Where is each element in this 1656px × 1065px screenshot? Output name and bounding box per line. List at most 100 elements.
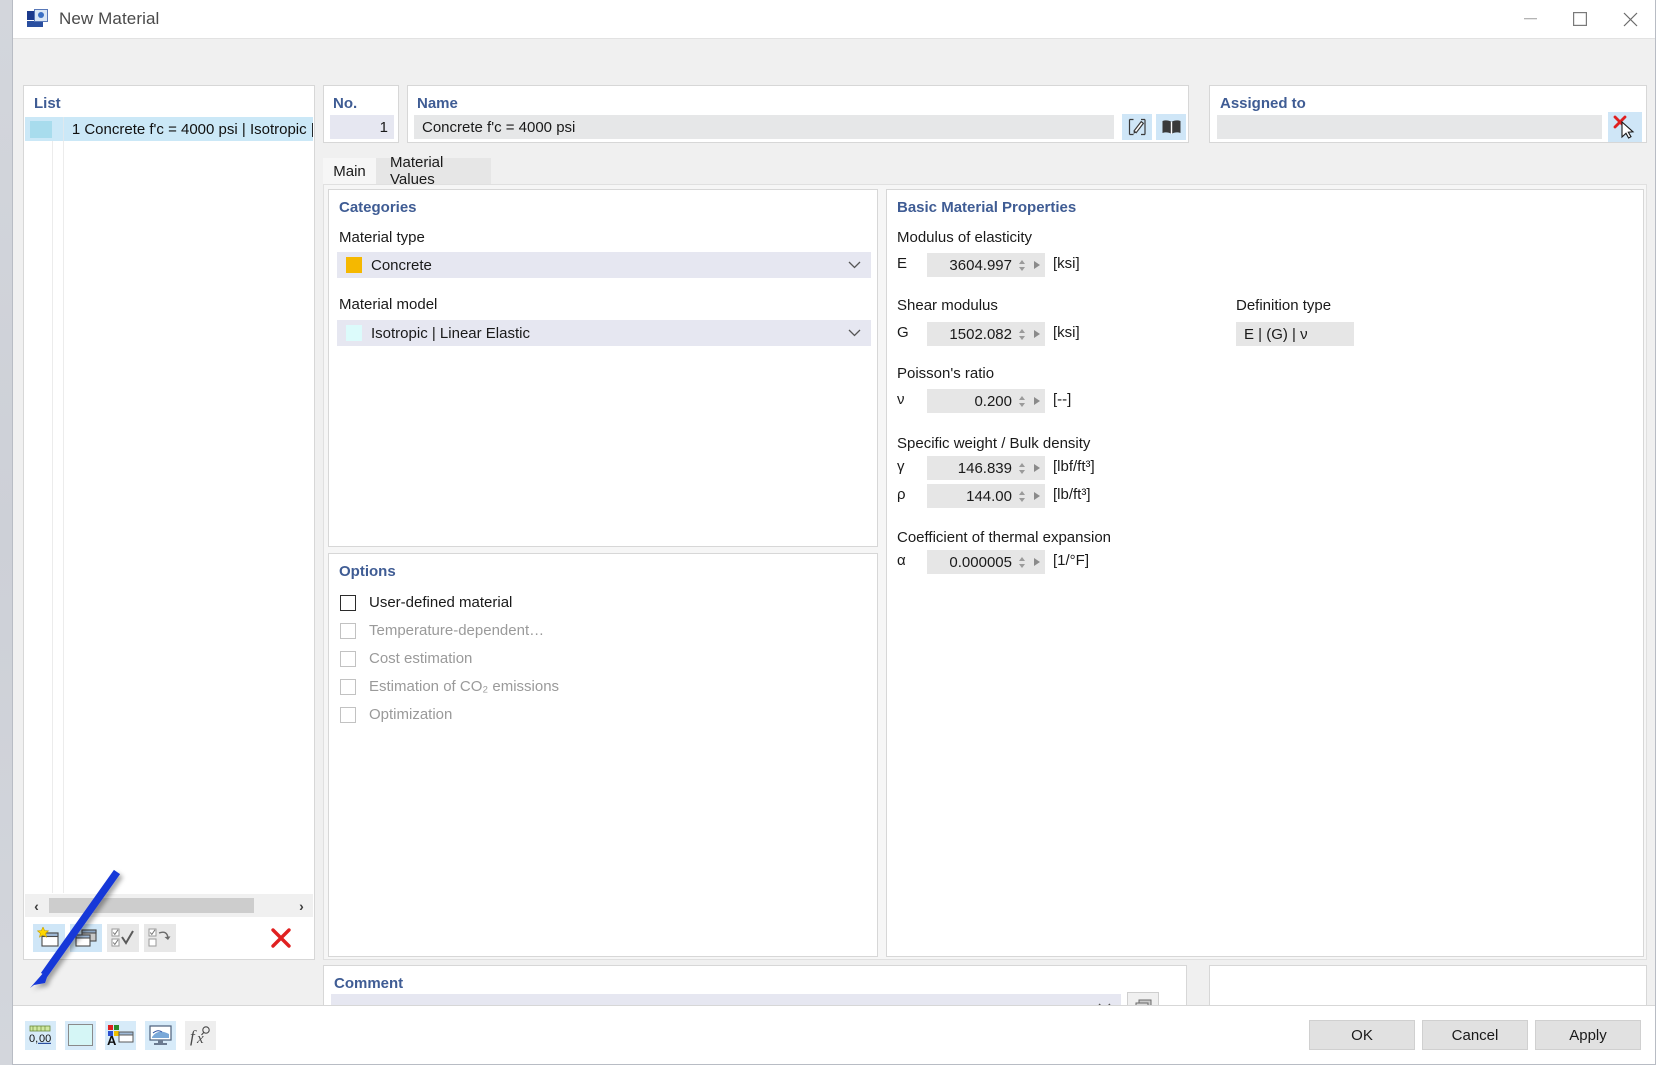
number-panel: No. [323, 85, 399, 143]
assigned-to-title: Assigned to [1220, 95, 1306, 112]
formula-button[interactable]: f x [185, 1020, 216, 1050]
poisson-stepper[interactable] [1016, 395, 1027, 407]
list-toolbar [25, 918, 313, 958]
options-group: Options User-defined material Temperatur… [328, 553, 878, 957]
alpha-input[interactable]: 0.000005 [927, 550, 1045, 574]
display-properties-button[interactable]: A [105, 1020, 136, 1050]
alpha-symbol: α [897, 552, 906, 569]
rendering-button[interactable] [145, 1020, 176, 1050]
pick-objects-button[interactable] [1608, 112, 1642, 142]
thermal-group-label: Coefficient of thermal expansion [897, 529, 1112, 546]
option-co2-emissions: Estimation of CO₂ emissions [340, 678, 559, 695]
checkbox-temperature-dependent [340, 622, 356, 639]
checkbox-user-defined-material[interactable] [340, 594, 356, 611]
modulus-value: 3604.997 [949, 256, 1012, 274]
list-column-divider-2 [63, 141, 64, 893]
gamma-expand-icon[interactable] [1029, 464, 1045, 472]
tab-strip: Main Material Values [323, 154, 1647, 188]
chevron-down-icon[interactable] [848, 258, 861, 272]
rho-input[interactable]: 144.00 [927, 484, 1045, 508]
option-cost-estimation: Cost estimation [340, 650, 472, 667]
window-controls [1505, 0, 1655, 39]
tab-content-main: Categories Material type Concrete Materi… [323, 184, 1647, 960]
edit-name-button[interactable] [1122, 114, 1152, 140]
alpha-stepper[interactable] [1016, 556, 1027, 568]
rho-value: 144.00 [966, 487, 1012, 505]
option-user-defined-material[interactable]: User-defined material [340, 594, 512, 611]
material-library-button[interactable] [1156, 114, 1186, 140]
poisson-symbol: ν [897, 391, 905, 408]
scrollbar-thumb[interactable] [49, 898, 254, 913]
material-type-combo[interactable]: Concrete [337, 252, 871, 278]
assigned-to-panel: Assigned to [1209, 85, 1647, 143]
select-all-button[interactable] [107, 924, 139, 952]
assigned-to-input[interactable] [1217, 115, 1602, 139]
poisson-input[interactable]: 0.200 [927, 389, 1045, 413]
cancel-button[interactable]: Cancel [1422, 1020, 1528, 1050]
material-type-value: Concrete [371, 256, 432, 274]
poisson-expand-icon[interactable] [1029, 397, 1045, 405]
poisson-unit: [--] [1053, 391, 1072, 408]
material-model-label: Material model [339, 296, 438, 313]
option-temperature-dependent: Temperature-dependent… [340, 622, 544, 639]
tab-main[interactable]: Main [323, 158, 376, 184]
options-title: Options [339, 563, 396, 580]
gamma-symbol: γ [897, 458, 905, 475]
scroll-left-icon[interactable]: ‹ [25, 894, 48, 917]
number-input[interactable] [330, 115, 394, 139]
title-bar: New Material [13, 0, 1655, 39]
rho-stepper[interactable] [1016, 490, 1027, 502]
gamma-input[interactable]: 146.839 [927, 456, 1045, 480]
chevron-down-icon-2[interactable] [848, 326, 861, 340]
comment-title: Comment [334, 975, 404, 992]
modulus-symbol: E [897, 255, 908, 272]
shear-input[interactable]: 1502.082 [927, 322, 1045, 346]
ok-button[interactable]: OK [1309, 1020, 1415, 1050]
app-icon [27, 9, 49, 29]
list-panel-title: List [34, 95, 61, 112]
color-swatch-button[interactable] [65, 1020, 96, 1050]
shear-value: 1502.082 [949, 325, 1012, 343]
list-item[interactable]: 1 Concrete f'c = 4000 psi | Isotropic | … [25, 117, 313, 141]
checkbox-cost-estimation [340, 650, 356, 667]
option-label-co2: Estimation of CO₂ emissions [369, 678, 560, 695]
background-strip [0, 0, 12, 1065]
gamma-stepper[interactable] [1016, 462, 1027, 474]
number-panel-title: No. [333, 95, 358, 112]
poisson-value: 0.200 [974, 392, 1012, 410]
close-button[interactable] [1605, 0, 1655, 39]
list-horizontal-scrollbar[interactable]: ‹ › [25, 894, 313, 917]
rho-expand-icon[interactable] [1029, 492, 1045, 500]
copy-material-button[interactable] [70, 924, 102, 952]
name-panel: Name [407, 85, 1189, 143]
shear-stepper[interactable] [1016, 328, 1027, 340]
apply-button[interactable]: Apply [1535, 1020, 1641, 1050]
tab-material-values[interactable]: Material Values [376, 154, 491, 188]
scroll-right-icon[interactable]: › [290, 894, 313, 917]
shear-unit: [ksi] [1053, 324, 1080, 341]
modulus-expand-icon[interactable] [1029, 261, 1045, 269]
svg-text:f: f [190, 1027, 197, 1046]
modulus-input[interactable]: 3604.997 [927, 253, 1045, 277]
alpha-unit: [1/°F] [1053, 552, 1090, 569]
alpha-expand-icon[interactable] [1029, 558, 1045, 566]
checkbox-co2-emissions [340, 678, 356, 695]
option-label-user-defined: User-defined material [369, 594, 513, 611]
list-column-divider [52, 141, 53, 893]
minimize-button[interactable] [1505, 0, 1555, 39]
name-input[interactable] [414, 115, 1114, 139]
invert-selection-button[interactable] [144, 924, 176, 952]
material-model-combo[interactable]: Isotropic | Linear Elastic [337, 320, 871, 346]
window-title: New Material [59, 9, 160, 28]
modulus-stepper[interactable] [1016, 259, 1027, 271]
definition-type-label: Definition type [1236, 297, 1332, 314]
shear-expand-icon[interactable] [1029, 330, 1045, 338]
new-material-button[interactable] [33, 924, 65, 952]
maximize-button[interactable] [1555, 0, 1605, 39]
shear-group-label: Shear modulus [897, 297, 998, 314]
poisson-group-label: Poisson's ratio [897, 365, 995, 382]
list-item-label: 1 Concrete f'c = 4000 psi | Isotropic | … [71, 120, 313, 138]
definition-type-value-box[interactable]: E | (G) | ν [1236, 322, 1354, 346]
decimal-places-button[interactable]: 0, 00 [25, 1020, 56, 1050]
delete-material-button[interactable] [265, 924, 297, 952]
